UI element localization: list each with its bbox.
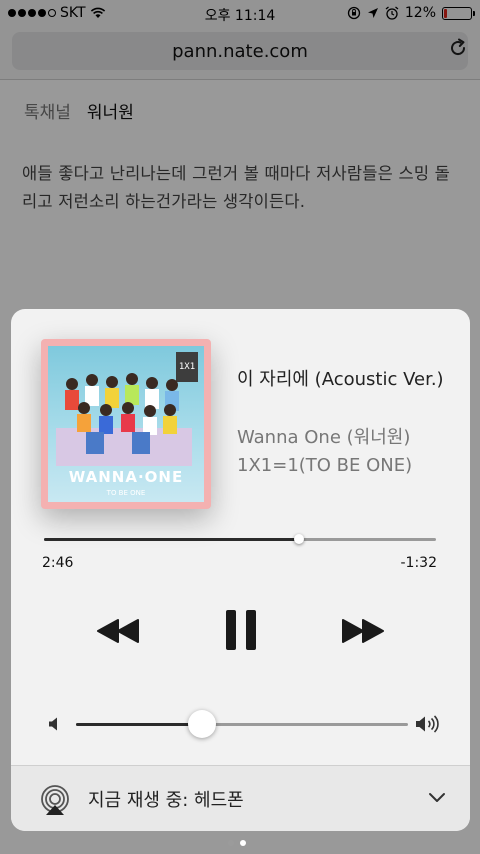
page-indicator: [228, 840, 246, 846]
volume-fill: [76, 723, 203, 726]
fast-forward-button[interactable]: [338, 613, 388, 649]
volume-thumb[interactable]: [188, 710, 217, 738]
album-logo: WANNA·ONE: [68, 468, 184, 486]
volume-low-icon: [49, 717, 57, 731]
song-artist: Wanna One (워너원): [237, 427, 411, 448]
rewind-button[interactable]: [93, 613, 143, 649]
airplay-icon: [41, 785, 69, 815]
volume-slider[interactable]: [76, 710, 408, 738]
album-subtitle: TO BE ONE: [106, 489, 146, 497]
song-title: 이 자리에 (Acoustic Ver.): [237, 369, 444, 390]
audio-route-bar[interactable]: 지금 재생 중: 헤드폰: [11, 765, 470, 831]
pause-icon: [226, 610, 256, 650]
page-dot-active: [240, 840, 246, 846]
page-dot: [228, 840, 234, 846]
route-label: 지금 재생 중: 헤드폰: [88, 790, 244, 811]
rewind-icon: [97, 619, 139, 643]
progress-bar[interactable]: [44, 534, 436, 544]
volume-high-icon: [416, 715, 439, 733]
fast-forward-icon: [342, 619, 384, 643]
progress-thumb[interactable]: [293, 534, 304, 544]
time-elapsed: 2:46: [42, 555, 74, 571]
pause-button[interactable]: [219, 606, 263, 654]
album-cover: 1X1 WANNA·ONE TO BE ONE: [48, 346, 204, 502]
now-playing-panel: 1X1 WANNA·ONE TO BE ONE 이 자리에 (Acoustic …: [11, 309, 470, 831]
album-group-photo: [56, 373, 192, 466]
progress-fill: [44, 538, 299, 541]
time-remaining: -1:32: [400, 555, 438, 571]
song-album: 1X1=1(TO BE ONE): [237, 455, 413, 476]
album-art: 1X1 WANNA·ONE TO BE ONE: [41, 339, 211, 509]
chevron-down-icon[interactable]: [428, 790, 446, 806]
